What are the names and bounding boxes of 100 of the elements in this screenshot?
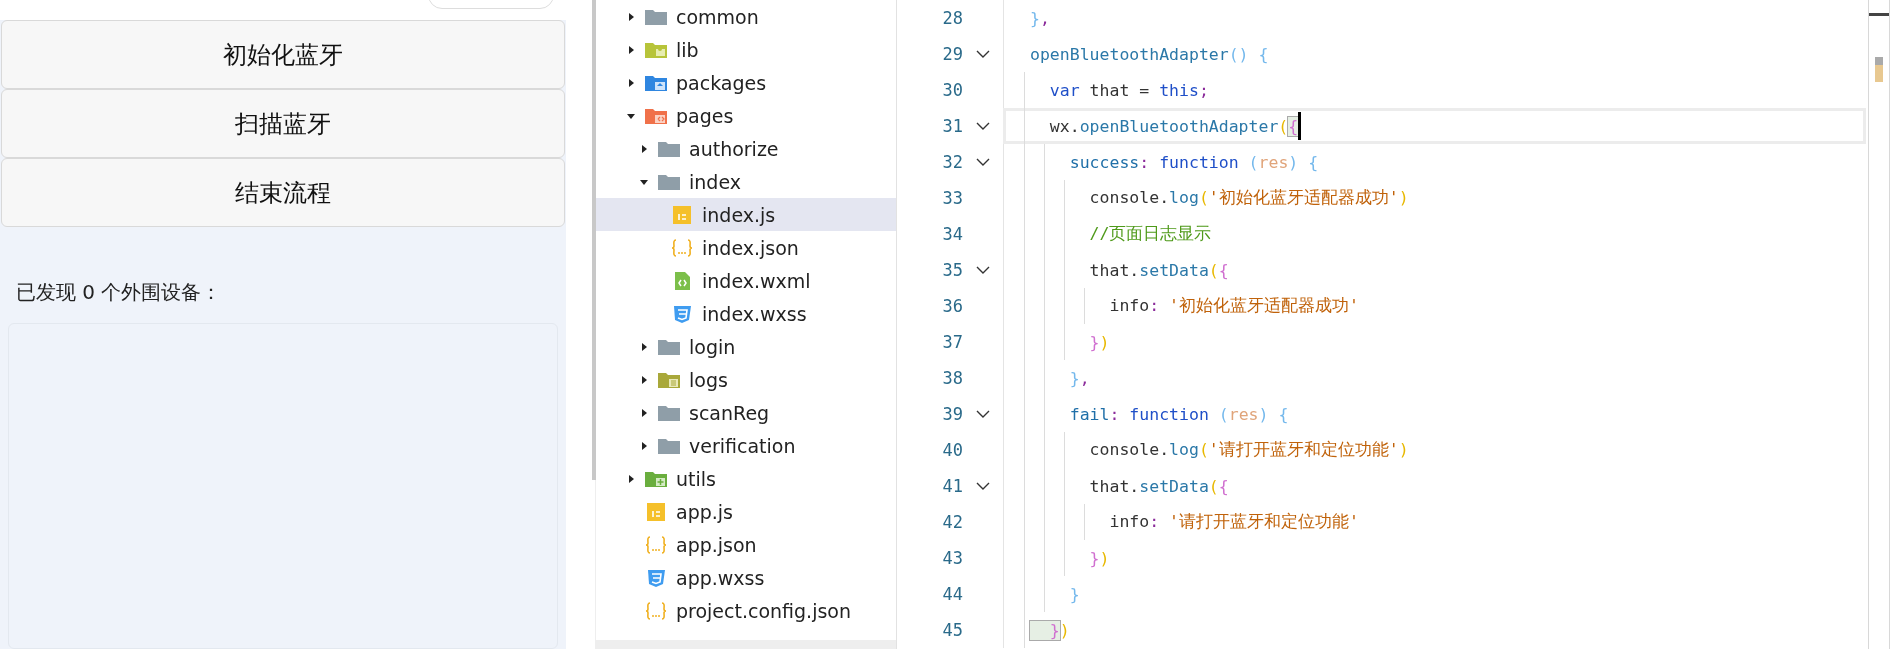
code-line: //页面日志显示: [1088, 223, 1212, 245]
code-line: openBluetoothAdapter() {: [1030, 44, 1269, 64]
code-line: success: function (res) {: [1068, 152, 1319, 172]
action-button[interactable]: 扫描蓝牙: [1, 89, 565, 158]
line-number: 44: [941, 584, 963, 604]
tree-item-label: app.js: [676, 500, 733, 523]
tree-item[interactable]: index.json: [596, 231, 896, 264]
line-number: 42: [941, 512, 963, 532]
code-line: }): [1088, 332, 1110, 352]
tree-item-label: scanReg: [689, 401, 770, 424]
line-number: 41: [941, 476, 963, 496]
tree-item[interactable]: app.wxss: [596, 561, 896, 594]
tree-item-label: index.wxml: [702, 269, 811, 292]
tree-item[interactable]: index.wxss: [596, 297, 896, 330]
collapsed-arrow-icon: [639, 143, 649, 154]
tree-item[interactable]: lib: [596, 33, 896, 66]
tree-item-label: project.config.json: [676, 599, 851, 622]
code-line: wx.openBluetoothAdapter({: [1048, 116, 1299, 136]
tree-item-label: packages: [676, 71, 767, 94]
code-line: },: [1068, 368, 1090, 388]
braces-icon: [644, 600, 668, 621]
code-line: }: [1068, 584, 1080, 604]
braces-icon: [644, 534, 668, 555]
tree-item-label: index: [689, 170, 741, 193]
tree-item-label: utils: [676, 467, 716, 490]
line-number: 39: [941, 404, 963, 424]
action-button[interactable]: 初始化蓝牙: [1, 20, 565, 89]
tree-item[interactable]: verification: [596, 429, 896, 462]
tree-item[interactable]: common: [596, 0, 896, 33]
code-line: }): [1088, 548, 1110, 568]
code-line: }): [1030, 620, 1070, 640]
tree-item[interactable]: app.json: [596, 528, 896, 561]
tree-item-label: pages: [676, 104, 734, 127]
action-button[interactable]: 结束流程: [1, 158, 565, 227]
collapsed-arrow-icon: [626, 77, 636, 88]
fold-chevron-icon[interactable]: [976, 481, 990, 491]
line-number: 36: [941, 296, 963, 316]
code-line: fail: function (res) {: [1068, 404, 1289, 424]
tree-item[interactable]: utils: [596, 462, 896, 495]
fold-chevron-icon[interactable]: [976, 409, 990, 419]
fold-chevron-icon[interactable]: [976, 121, 990, 131]
tree-item[interactable]: authorize: [596, 132, 896, 165]
line-number: 29: [941, 44, 963, 64]
line-number: 31: [941, 116, 963, 136]
tree-item[interactable]: index.wxml: [596, 264, 896, 297]
code-line: var that = this;: [1048, 80, 1209, 100]
line-number: 38: [941, 368, 963, 388]
collapsed-arrow-icon: [626, 11, 636, 22]
tree-item-label: index.json: [702, 236, 799, 259]
collapsed-arrow-icon: [639, 407, 649, 418]
line-number: 40: [941, 440, 963, 460]
code-line: },: [1030, 8, 1050, 28]
collapsed-arrow-icon: [626, 473, 636, 484]
tree-item[interactable]: index: [596, 165, 896, 198]
line-number: 43: [941, 548, 963, 568]
tree-item-label: common: [676, 5, 759, 28]
code-line: info: '请打开蓝牙和定位功能': [1108, 511, 1359, 533]
code-line: that.setData({: [1088, 260, 1229, 280]
fold-chevron-icon[interactable]: [976, 49, 990, 59]
collapsed-arrow-icon: [626, 44, 636, 55]
line-number: 32: [941, 152, 963, 172]
tree-item[interactable]: pages: [596, 99, 896, 132]
tree-item-label: app.wxss: [676, 566, 765, 589]
line-number: 37: [941, 332, 963, 352]
code-line: console.log('请打开蓝牙和定位功能'): [1088, 439, 1409, 461]
scrollbar[interactable]: [592, 0, 596, 480]
js-file-icon: [670, 204, 694, 225]
text-cursor: [1298, 112, 1302, 140]
line-number: 34: [941, 224, 963, 244]
tree-item[interactable]: index.js: [596, 198, 896, 231]
collapsed-arrow-icon: [639, 440, 649, 451]
fold-chevron-icon[interactable]: [976, 157, 990, 167]
device-count-text: 已发现 0 个外围设备：: [15, 279, 223, 306]
tree-item[interactable]: app.js: [596, 495, 896, 528]
code-line: console.log('初始化蓝牙适配器成功'): [1088, 187, 1409, 209]
tree-item[interactable]: logs: [596, 363, 896, 396]
tree-item-label: verification: [689, 434, 796, 457]
collapsed-arrow-icon: [639, 374, 649, 385]
tree-item-label: lib: [676, 38, 699, 61]
tree-item[interactable]: project.config.json: [596, 594, 896, 627]
js-file-icon: [644, 501, 668, 522]
tree-item[interactable]: scanReg: [596, 396, 896, 429]
collapsed-arrow-icon: [639, 341, 649, 352]
line-number: 45: [941, 620, 963, 640]
tree-item-label: authorize: [689, 137, 779, 160]
braces-icon: [670, 237, 694, 258]
line-number: 33: [941, 188, 963, 208]
fold-chevron-icon[interactable]: [976, 265, 990, 275]
line-number: 30: [941, 80, 963, 100]
line-number: 28: [941, 8, 963, 28]
code-line: info: '初始化蓝牙适配器成功': [1108, 295, 1359, 317]
tree-item-label: index.js: [702, 203, 776, 226]
tree-item-label: app.json: [676, 533, 757, 556]
horizontal-scrollbar[interactable]: [596, 640, 896, 649]
tree-item-label: logs: [689, 368, 728, 391]
tree-item[interactable]: login: [596, 330, 896, 363]
line-number: 35: [941, 260, 963, 280]
tree-item-label: index.wxss: [702, 302, 807, 325]
tree-item[interactable]: packages: [596, 66, 896, 99]
code-line: that.setData({: [1088, 476, 1229, 496]
